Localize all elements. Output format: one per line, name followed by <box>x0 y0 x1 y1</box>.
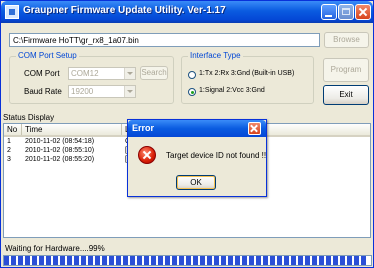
window-title: Graupner Firmware Update Utility. Ver-1.… <box>23 5 226 16</box>
row-no: 3 <box>7 156 11 163</box>
status-display-label: Status Display <box>3 113 55 122</box>
com-port-select[interactable]: COM12 <box>68 67 136 80</box>
program-button[interactable]: Program <box>323 58 369 82</box>
title-bar[interactable]: Graupner Firmware Update Utility. Ver-1.… <box>1 1 373 23</box>
com-port-label: COM Port <box>24 69 60 78</box>
interface-option-usb-radio[interactable] <box>188 71 196 79</box>
app-icon <box>5 5 19 19</box>
exit-button[interactable]: Exit <box>323 85 369 105</box>
close-icon[interactable] <box>248 122 261 135</box>
search-button[interactable]: Search <box>140 66 168 80</box>
progress-status-text: Waiting for Hardware....99% <box>5 244 105 253</box>
com-port-group-title: COM Port Setup <box>16 51 79 60</box>
com-port-group: COM Port Setup COM Port COM12 Search Bau… <box>9 51 174 104</box>
chevron-down-icon[interactable] <box>124 68 135 79</box>
error-dialog-title: Error <box>132 123 155 133</box>
interface-type-group-title: Interface Type <box>188 51 243 60</box>
baud-rate-label: Baud Rate <box>24 87 62 96</box>
interface-option-signal-label[interactable]: 1:Signal 2:Vcc 3:Gnd <box>199 87 265 94</box>
row-time: 2010-11-02 (08:55:10) <box>25 147 95 154</box>
error-dialog: Error Target device ID not found !! OK <box>127 119 267 197</box>
com-port-value: COM12 <box>71 69 99 78</box>
progress-bar-fill <box>4 256 368 265</box>
error-dialog-title-bar[interactable]: Error <box>128 120 266 137</box>
minimize-button[interactable] <box>321 4 337 20</box>
main-window: Graupner Firmware Update Utility. Ver-1.… <box>0 0 374 268</box>
chevron-down-icon[interactable] <box>124 86 135 97</box>
baud-rate-select[interactable]: 19200 <box>68 85 136 98</box>
row-no: 1 <box>7 138 11 145</box>
row-no: 2 <box>7 147 11 154</box>
column-header-no[interactable]: No <box>4 124 22 135</box>
maximize-button[interactable] <box>338 4 354 20</box>
row-time: 2010-11-02 (08:55:20) <box>25 156 95 163</box>
progress-bar <box>3 255 372 266</box>
browse-button[interactable]: Browse <box>324 32 369 48</box>
error-icon <box>138 146 156 164</box>
ok-button[interactable]: OK <box>176 175 216 190</box>
error-message: Target device ID not found !! <box>166 151 267 160</box>
firmware-file-path[interactable]: C:\Firmware HoTT\gr_rx8_1a07.bin <box>9 33 320 47</box>
interface-option-usb-label[interactable]: 1:Tx 2:Rx 3:Gnd (Built-in USB) <box>199 70 294 77</box>
baud-rate-value: 19200 <box>71 87 94 96</box>
interface-type-group: Interface Type 1:Tx 2:Rx 3:Gnd (Built-in… <box>181 51 314 104</box>
close-button[interactable] <box>355 4 371 20</box>
interface-option-signal-radio[interactable] <box>188 88 196 96</box>
column-header-time[interactable]: Time <box>22 124 122 135</box>
row-time: 2010-11-02 (08:54:18) <box>25 138 95 145</box>
